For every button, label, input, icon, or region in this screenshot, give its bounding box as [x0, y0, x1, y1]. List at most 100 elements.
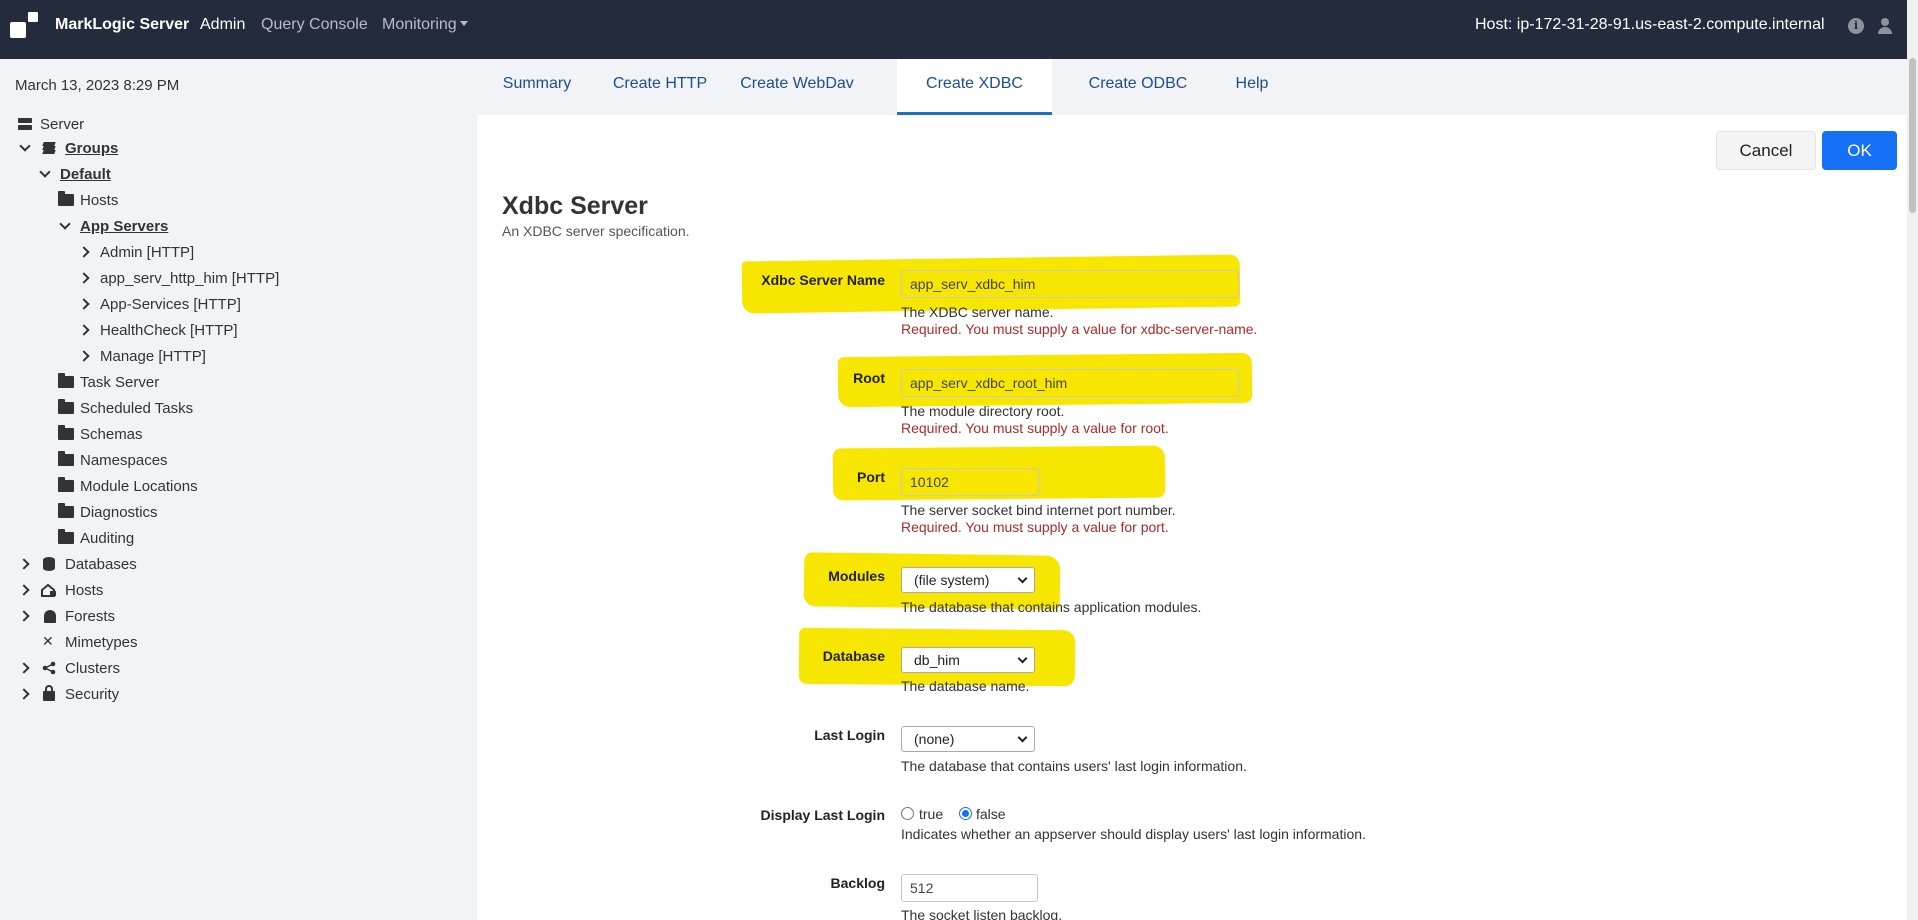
tree-label: Admin [HTTP]	[100, 243, 195, 261]
database-icon	[43, 557, 55, 571]
tree-label: Scheduled Tasks	[80, 399, 194, 417]
brand-title[interactable]: MarkLogic Server	[55, 16, 189, 34]
tree-label: Databases	[65, 555, 137, 573]
tree-item-server[interactable]: Server	[18, 113, 84, 135]
tree-item-diagnostics[interactable]: Diagnostics	[58, 501, 158, 523]
folder-icon	[58, 399, 74, 414]
chevron-right-icon[interactable]	[78, 272, 90, 284]
database-label: Database	[822, 648, 885, 664]
tab-summary[interactable]: Summary	[489, 59, 585, 115]
tree-item-app-healthcheck[interactable]: HealthCheck [HTTP]	[78, 319, 238, 341]
modules-select-value: (file system)	[914, 572, 990, 588]
tree-label: Server	[40, 115, 85, 133]
chevron-right-icon[interactable]	[78, 246, 90, 258]
root-input[interactable]	[901, 369, 1239, 397]
chevron-right-icon[interactable]	[18, 558, 30, 570]
tab-help[interactable]: Help	[1214, 59, 1290, 115]
folder-icon	[58, 373, 74, 388]
tree-item-schemas[interactable]: Schemas	[58, 423, 143, 445]
tree-item-app-admin[interactable]: Admin [HTTP]	[78, 241, 194, 263]
tree-item-app-servers[interactable]: App Servers	[58, 215, 168, 237]
tree-item-task-server[interactable]: Task Server	[58, 371, 159, 393]
tree-item-mimetypes[interactable]: ✕ Mimetypes	[18, 631, 138, 653]
database-select[interactable]: db_him	[901, 647, 1035, 673]
folder-icon	[58, 503, 74, 518]
backlog-label: Backlog	[830, 875, 885, 891]
server-name-help: The XDBC server name.	[901, 304, 1054, 320]
scrollbar-thumb[interactable]	[1909, 58, 1916, 213]
chevron-right-icon[interactable]	[78, 324, 90, 336]
modules-label: Modules	[828, 568, 885, 584]
chevron-right-icon[interactable]	[18, 610, 30, 622]
port-error: Required. You must supply a value for po…	[901, 519, 1169, 535]
tree-item-databases[interactable]: Databases	[18, 553, 137, 575]
tab-create-odbc[interactable]: Create ODBC	[1082, 59, 1194, 115]
folder-icon	[58, 477, 74, 492]
chevron-right-icon[interactable]	[78, 298, 90, 310]
tree-label: Forests	[65, 607, 116, 625]
last-login-select[interactable]: (none)	[901, 726, 1035, 752]
chevron-down-icon[interactable]	[39, 166, 51, 178]
chevron-down-icon[interactable]	[59, 218, 71, 230]
tree-item-hosts-folder[interactable]: Hosts	[58, 189, 118, 211]
tree-label: Security	[65, 685, 120, 703]
tree-item-namespaces[interactable]: Namespaces	[58, 449, 168, 471]
tree-item-groups[interactable]: Groups	[18, 137, 118, 159]
tree-item-app-him[interactable]: app_serv_http_him [HTTP]	[78, 267, 279, 289]
tree-label: Module Locations	[80, 477, 198, 495]
display-last-login-true-label: true	[919, 806, 944, 822]
chevron-right-icon[interactable]	[18, 688, 30, 700]
tab-create-http[interactable]: Create HTTP	[605, 59, 715, 115]
tree-item-clusters[interactable]: Clusters	[18, 657, 120, 679]
current-date: March 13, 2023 8:29 PM	[15, 77, 180, 94]
nav-admin[interactable]: Admin	[200, 16, 245, 34]
clusters-icon	[42, 661, 56, 675]
page-title: Xdbc Server	[502, 192, 648, 220]
info-icon[interactable]: i	[1848, 18, 1864, 34]
tab-bar: Summary Create HTTP Create WebDav Create…	[477, 59, 1907, 115]
mimetypes-icon: ✕	[42, 633, 54, 649]
tree-item-security[interactable]: Security	[18, 683, 119, 705]
chevron-right-icon[interactable]	[18, 662, 30, 674]
tree-label: Diagnostics	[80, 503, 158, 521]
tree-label: Hosts	[65, 581, 104, 599]
tree-label: Hosts	[80, 191, 119, 209]
tree-item-hosts[interactable]: Hosts	[18, 579, 103, 601]
server-icon	[18, 118, 32, 130]
user-icon[interactable]	[1877, 18, 1893, 34]
chevron-right-icon[interactable]	[78, 350, 90, 362]
modules-select[interactable]: (file system)	[901, 567, 1035, 593]
tree-item-app-services[interactable]: App-Services [HTTP]	[78, 293, 241, 315]
tree-label: Manage [HTTP]	[100, 347, 206, 365]
main-content	[477, 115, 1907, 920]
port-input[interactable]	[901, 468, 1039, 496]
tab-create-webdav[interactable]: Create WebDav	[735, 59, 859, 115]
tree-label: Groups	[65, 139, 119, 157]
lock-icon	[43, 685, 55, 701]
display-last-login-true-radio[interactable]	[901, 807, 914, 820]
tree-item-module-locations[interactable]: Module Locations	[58, 475, 198, 497]
backlog-input[interactable]	[901, 874, 1038, 902]
chevron-right-icon[interactable]	[18, 584, 30, 596]
tree-label: Clusters	[65, 659, 121, 677]
folder-icon	[58, 425, 74, 440]
tree-item-auditing[interactable]: Auditing	[58, 527, 134, 549]
display-last-login-false-radio[interactable]	[959, 807, 972, 820]
server-name-label: Xdbc Server Name	[761, 272, 885, 288]
marklogic-logo-icon[interactable]	[10, 10, 40, 40]
nav-query-console[interactable]: Query Console	[261, 16, 368, 34]
tree-item-default[interactable]: Default	[38, 163, 111, 185]
tree-label: Namespaces	[80, 451, 168, 469]
nav-monitoring[interactable]: Monitoring	[382, 16, 468, 34]
chevron-down-icon[interactable]	[19, 140, 31, 152]
tree-label: Auditing	[80, 529, 135, 547]
tab-create-xdbc[interactable]: Create XDBC	[897, 59, 1052, 115]
cancel-button[interactable]: Cancel	[1716, 131, 1816, 170]
tree-item-scheduled-tasks[interactable]: Scheduled Tasks	[58, 397, 193, 419]
last-login-help: The database that contains users' last l…	[901, 758, 1247, 774]
database-select-value: db_him	[914, 652, 960, 668]
ok-button[interactable]: OK	[1822, 131, 1897, 170]
tree-item-app-manage[interactable]: Manage [HTTP]	[78, 345, 206, 367]
server-name-input[interactable]	[901, 270, 1239, 298]
tree-item-forests[interactable]: Forests	[18, 605, 115, 627]
